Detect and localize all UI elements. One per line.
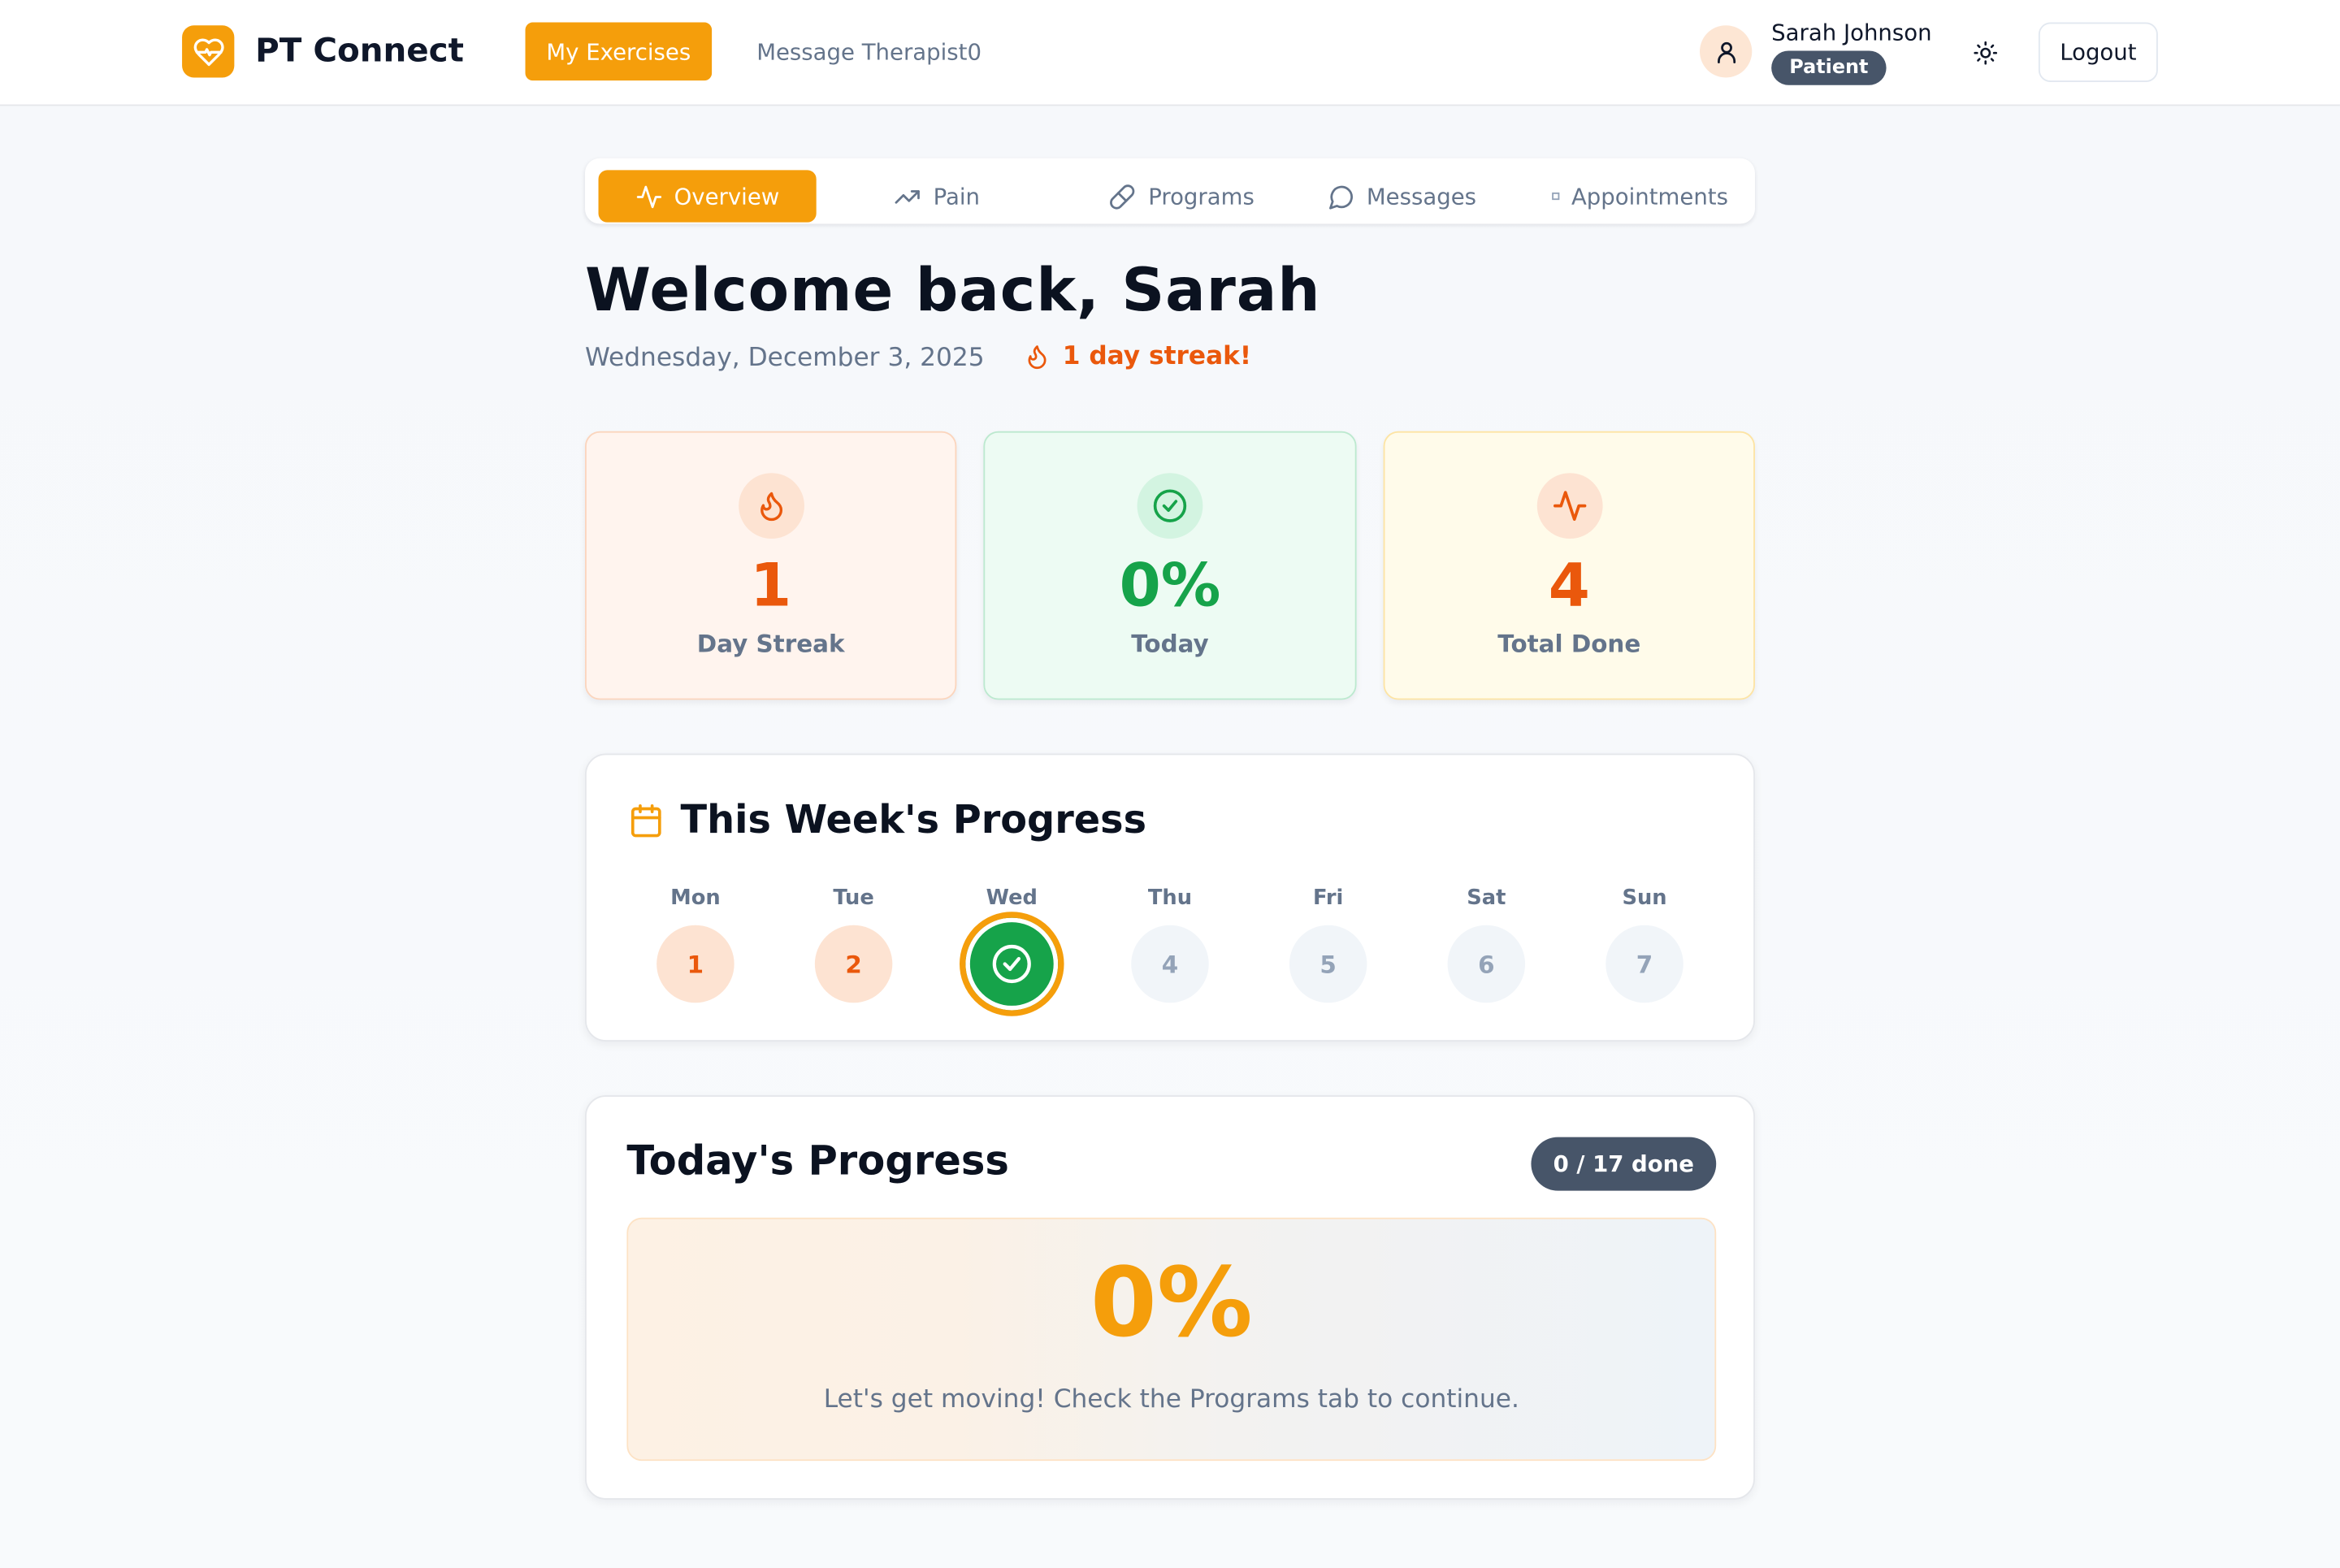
logout-button[interactable]: Logout bbox=[2038, 22, 2158, 83]
day-thu: Thu 4 bbox=[1091, 886, 1250, 1003]
current-date: Wednesday, December 3, 2025 bbox=[584, 343, 985, 374]
tab-appointments[interactable]: Appointments bbox=[1528, 170, 1753, 222]
stat-value: 4 bbox=[1548, 552, 1590, 622]
stat-card-total-done: 4 Total Done bbox=[1383, 431, 1755, 700]
day-label: Mon bbox=[670, 886, 721, 911]
stat-label: Total Done bbox=[1497, 630, 1641, 658]
message-circle-icon bbox=[1328, 184, 1353, 209]
day-label: Wed bbox=[986, 886, 1038, 911]
message-therapist-link[interactable]: Message Therapist0 bbox=[756, 23, 982, 81]
app-name: PT Connect bbox=[255, 32, 464, 71]
stat-card-streak: 1 Day Streak bbox=[584, 431, 957, 700]
tab-label: Messages bbox=[1366, 182, 1477, 210]
streak-indicator: 1 day streak! bbox=[1024, 341, 1252, 372]
stat-value: 0% bbox=[1119, 552, 1221, 622]
my-exercises-button[interactable]: My Exercises bbox=[525, 22, 713, 81]
day-circle: 5 bbox=[1289, 925, 1367, 1003]
day-label: Tue bbox=[833, 886, 874, 911]
stat-value: 1 bbox=[750, 552, 792, 622]
sun-icon[interactable] bbox=[1961, 28, 2010, 78]
tab-label: Overview bbox=[674, 182, 780, 210]
day-label: Thu bbox=[1147, 886, 1193, 911]
day-fri: Fri 5 bbox=[1249, 886, 1407, 1003]
progress-percent: 0% bbox=[1090, 1249, 1253, 1360]
flame-icon bbox=[738, 473, 804, 539]
day-tue: Tue 2 bbox=[774, 886, 933, 1003]
flame-icon bbox=[1028, 345, 1046, 370]
tab-overview[interactable]: Overview bbox=[598, 170, 817, 223]
streak-text: 1 day streak! bbox=[1062, 341, 1252, 372]
progress-message: Let's get moving! Check the Programs tab… bbox=[823, 1384, 1519, 1415]
pill-icon bbox=[1110, 184, 1136, 209]
top-navbar: PT Connect My Exercises Message Therapis… bbox=[0, 0, 2340, 106]
card-title: This Week's Progress bbox=[628, 799, 1146, 843]
tab-label: Programs bbox=[1148, 182, 1254, 210]
day-circle: 4 bbox=[1131, 925, 1209, 1003]
day-circle: 2 bbox=[814, 925, 893, 1003]
tab-messages[interactable]: Messages bbox=[1302, 170, 1503, 222]
day-label: Fri bbox=[1312, 886, 1344, 911]
stat-label: Today bbox=[1131, 630, 1209, 658]
day-circle: 1 bbox=[656, 925, 734, 1003]
day-circle: 7 bbox=[1606, 925, 1684, 1003]
dashboard-tabs: Overview Pain Programs Messages Appointm… bbox=[584, 158, 1755, 224]
role-badge: Patient bbox=[1771, 50, 1887, 85]
day-circle-today bbox=[959, 912, 1064, 1016]
card-title: Today's Progress bbox=[626, 1138, 1009, 1185]
activity-icon bbox=[636, 184, 661, 208]
user-avatar-icon[interactable] bbox=[1700, 25, 1753, 78]
day-label: Sat bbox=[1467, 886, 1506, 911]
day-label: Sun bbox=[1622, 886, 1667, 911]
heart-pulse-icon bbox=[182, 25, 235, 78]
activity-icon bbox=[1536, 473, 1602, 539]
progress-panel: 0% Let's get moving! Check the Programs … bbox=[626, 1217, 1717, 1462]
todays-progress-card: Today's Progress 0 / 17 done 0% Let's ge… bbox=[584, 1095, 1755, 1500]
week-title: This Week's Progress bbox=[680, 798, 1147, 843]
tab-pain[interactable]: Pain bbox=[838, 170, 1035, 222]
check-circle-icon bbox=[1137, 473, 1203, 539]
day-wed: Wed bbox=[933, 886, 1091, 1016]
brand[interactable]: PT Connect bbox=[182, 25, 464, 78]
page-title: Welcome back, Sarah bbox=[584, 256, 1321, 326]
trending-up-icon bbox=[895, 189, 921, 203]
tab-label: Appointments bbox=[1571, 182, 1728, 210]
day-mon: Mon 1 bbox=[617, 886, 775, 1003]
square-icon bbox=[1552, 192, 1560, 201]
weekly-progress-card: This Week's Progress Mon 1 Tue 2 Wed Thu… bbox=[584, 753, 1755, 1042]
done-count-badge: 0 / 17 done bbox=[1531, 1137, 1717, 1191]
day-sun: Sun 7 bbox=[1566, 886, 1724, 1003]
tab-programs[interactable]: Programs bbox=[1070, 170, 1294, 222]
check-circle-icon bbox=[992, 944, 1031, 984]
day-circle: 6 bbox=[1447, 925, 1526, 1003]
user-name: Sarah Johnson bbox=[1771, 19, 1932, 46]
stat-card-today: 0% Today bbox=[983, 431, 1357, 700]
stat-label: Day Streak bbox=[696, 630, 845, 658]
tab-label: Pain bbox=[933, 182, 981, 210]
calendar-icon bbox=[630, 803, 661, 838]
day-sat: Sat 6 bbox=[1407, 886, 1566, 1003]
